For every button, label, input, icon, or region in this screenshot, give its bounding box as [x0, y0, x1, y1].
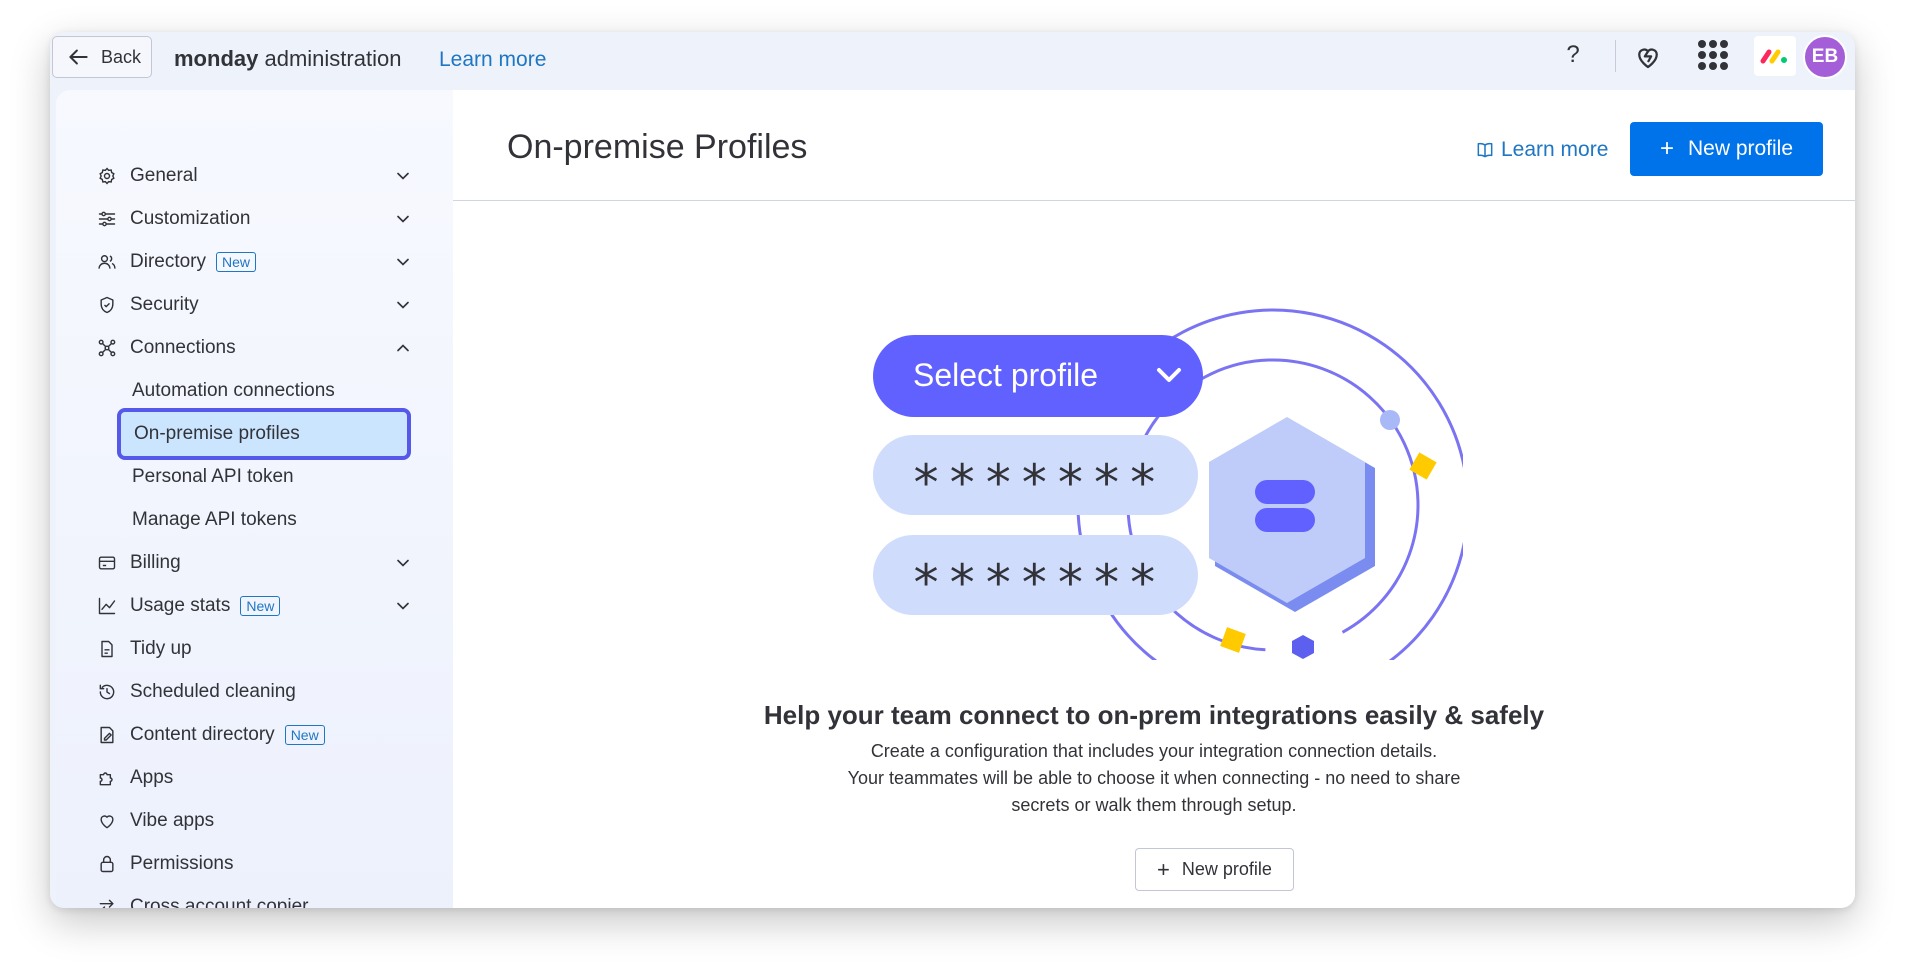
sidebar-item-directory[interactable]: Directory New	[96, 243, 413, 281]
sidebar-item-label: Cross account copier	[130, 896, 309, 908]
sidebar-item-label: Vibe apps	[130, 810, 215, 831]
learn-more-label: Learn more	[1501, 138, 1609, 161]
book-icon	[1477, 142, 1493, 158]
puzzle-icon	[96, 767, 118, 789]
brand-suffix: administration	[258, 46, 402, 71]
sidebar-subitem-manage-api-tokens[interactable]: Manage API tokens	[132, 501, 297, 539]
hexagon-logo-top	[1255, 480, 1315, 504]
back-label: Back	[101, 46, 142, 67]
header-learn-more-link[interactable]: Learn more	[439, 48, 546, 72]
new-profile-label: New profile	[1181, 859, 1272, 879]
new-profile-button[interactable]: + New profile	[1630, 122, 1823, 176]
users-icon	[96, 251, 118, 273]
sidebar-item-usage-stats[interactable]: Usage stats New	[96, 587, 413, 625]
new-badge: New	[240, 596, 281, 616]
sidebar-item-label: Directory	[130, 251, 207, 272]
sidebar-item-permissions[interactable]: Permissions	[96, 845, 413, 883]
chevron-down-icon	[397, 215, 409, 223]
sidebar-item-scheduled-cleaning[interactable]: Scheduled cleaning	[96, 673, 413, 711]
sidebar-item-vibe-apps[interactable]: Vibe apps	[96, 802, 413, 840]
chevron-down-icon	[397, 258, 409, 266]
sidebar-item-cross-account-copier[interactable]: Cross account copier	[96, 888, 413, 908]
empty-state-new-profile-button[interactable]: + New profile	[1135, 848, 1294, 891]
chevron-down-icon	[397, 301, 409, 309]
main-content: On-premise Profiles Learn more + New pro…	[453, 90, 1855, 908]
avatar[interactable]: EB	[1803, 35, 1847, 79]
orbit-dot-blue	[1380, 410, 1400, 430]
empty-desc-line: secrets or walk them through setup.	[1011, 795, 1297, 815]
sidebar-item-label: Billing	[130, 552, 181, 573]
shield-icon	[96, 294, 118, 316]
select-profile-text: Select profile	[913, 357, 1098, 393]
heart-icon[interactable]	[1633, 42, 1663, 72]
help-icon[interactable]: ?	[1558, 41, 1588, 71]
app-title: monday administration	[174, 46, 401, 72]
sidebar-item-label: Security	[130, 294, 199, 315]
sidebar-item-label: Tidy up	[130, 638, 192, 659]
orbit-diamond-yellow-2	[1220, 627, 1246, 653]
sidebar-subitem-automation-connections[interactable]: Automation connections	[132, 372, 335, 410]
chevron-up-icon	[397, 344, 409, 352]
chart-icon	[96, 595, 118, 617]
plus-icon: +	[1157, 856, 1170, 882]
page-title: On-premise Profiles	[507, 128, 808, 166]
history-icon	[96, 681, 118, 703]
sidebar-item-label: Connections	[130, 337, 236, 358]
sidebar-item-customization[interactable]: Customization	[96, 200, 413, 238]
chevron-down-icon	[397, 172, 409, 180]
sidebar-item-security[interactable]: Security	[96, 286, 413, 324]
toolbar-divider	[1615, 40, 1616, 72]
sidebar-item-tidy-up[interactable]: Tidy up	[96, 630, 413, 668]
orbit-hexagon-purple	[1292, 635, 1314, 659]
new-badge: New	[284, 725, 325, 745]
brand-name: monday	[174, 46, 259, 71]
sidebar-item-apps[interactable]: Apps	[96, 759, 413, 797]
admin-window: Back monday administration Learn more ? …	[50, 32, 1855, 908]
empty-state-title: Help your team connect to on-prem integr…	[763, 700, 1545, 730]
empty-desc-line: Your teammates will be able to choose it…	[847, 768, 1461, 788]
content-icon	[96, 724, 118, 746]
gear-icon	[96, 165, 118, 187]
connections-icon	[96, 337, 118, 359]
sidebar-subitem-on-premise-profiles[interactable]: On-premise profiles	[117, 408, 411, 460]
sidebar-item-label: Content directory	[130, 724, 275, 745]
sidebar-item-billing[interactable]: Billing	[96, 544, 413, 582]
arrow-left-icon	[69, 49, 88, 65]
hexagon-logo-bottom	[1255, 508, 1315, 532]
back-button[interactable]: Back	[52, 36, 152, 78]
learn-more-link[interactable]: Learn more	[1475, 138, 1608, 162]
sidebar-item-label: Apps	[130, 767, 174, 788]
sidebar-item-label: Customization	[130, 208, 251, 229]
on-prem-illustration: Select profile ******* *******	[873, 308, 1463, 660]
lock-icon	[96, 853, 118, 875]
new-profile-label: New profile	[1687, 137, 1794, 160]
broom-icon	[96, 638, 118, 660]
apps-grid-icon[interactable]	[1698, 40, 1728, 70]
page-header: On-premise Profiles Learn more + New pro…	[453, 90, 1855, 201]
sliders-icon	[96, 208, 118, 230]
sidebar-item-content-directory[interactable]: Content directory New	[96, 716, 413, 754]
monday-logo-icon[interactable]	[1754, 36, 1796, 76]
sidebar-subitem-personal-api-token[interactable]: Personal API token	[132, 458, 294, 496]
empty-desc-line: Create a configuration that includes you…	[870, 741, 1438, 761]
sidebar-item-connections[interactable]: Connections	[96, 329, 413, 367]
sidebar-item-label: Scheduled cleaning	[130, 681, 296, 702]
swap-icon	[96, 896, 118, 908]
sidebar-item-label: Usage stats	[130, 595, 231, 616]
new-badge: New	[216, 252, 257, 272]
orbit-diamond-yellow-1	[1409, 452, 1437, 480]
empty-state-description: Create a configuration that includes you…	[453, 738, 1855, 819]
chevron-down-icon	[397, 559, 409, 567]
credit-card-icon	[96, 552, 118, 574]
sidebar: General Customization Directory New Secu…	[56, 90, 453, 908]
heart-icon	[96, 810, 118, 832]
plus-icon: +	[1659, 135, 1674, 162]
password-text-2: *******	[911, 554, 1164, 612]
sidebar-item-label: Permissions	[130, 853, 234, 874]
sidebar-item-general[interactable]: General	[96, 157, 413, 195]
chevron-down-icon	[397, 602, 409, 610]
sidebar-item-label: General	[130, 165, 198, 186]
top-bar: Back monday administration Learn more ? …	[50, 32, 1855, 90]
password-text-1: *******	[911, 454, 1164, 512]
